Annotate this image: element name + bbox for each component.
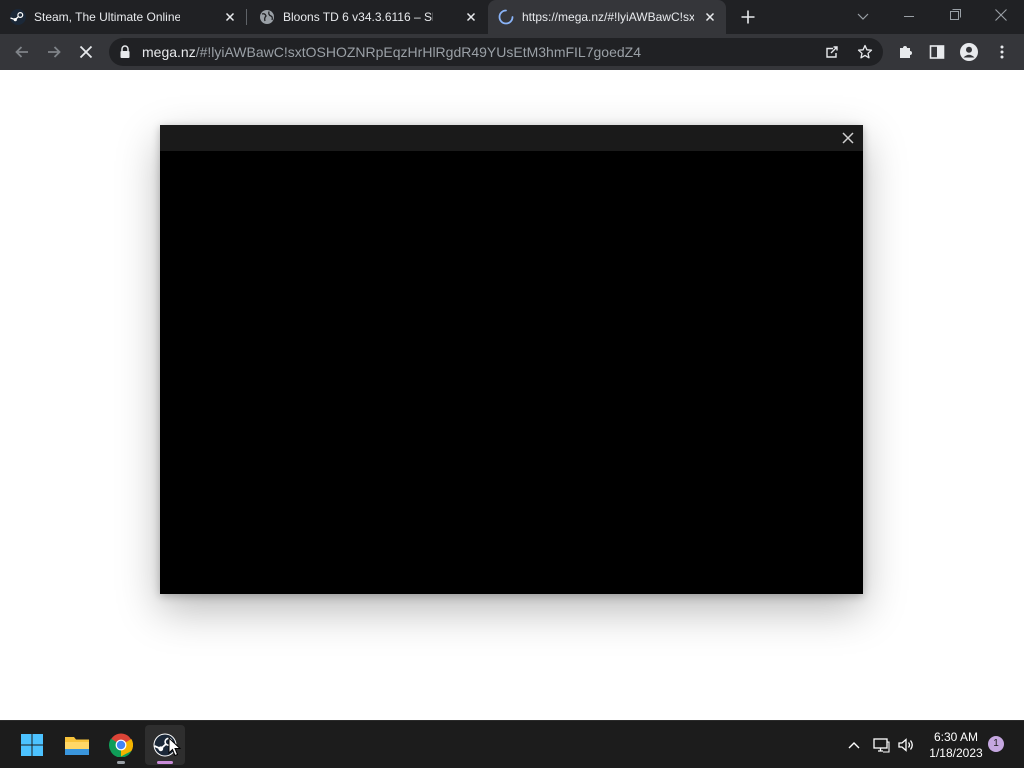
taskbar: 6:30 AM 1/18/2023: [0, 720, 1024, 768]
notification-badge[interactable]: 1: [988, 736, 1004, 752]
extensions-button[interactable]: [892, 38, 920, 66]
arrow-left-icon: [15, 46, 28, 58]
mega-dialog: [160, 125, 863, 594]
dialog-header: [160, 125, 863, 151]
stop-loading-button[interactable]: [72, 38, 100, 66]
system-clock[interactable]: 6:30 AM 1/18/2023: [922, 729, 990, 761]
minimize-icon[interactable]: [886, 0, 932, 34]
chrome-icon: [109, 733, 133, 757]
close-icon[interactable]: [702, 9, 718, 25]
mouse-cursor-icon: [168, 737, 182, 757]
menu-button[interactable]: [988, 38, 1016, 66]
clock-date: 1/18/2023: [929, 746, 983, 760]
lock-icon[interactable]: [119, 45, 131, 59]
page-content: [0, 70, 1024, 720]
stop-icon: [79, 45, 93, 59]
more-vert-icon: [1000, 45, 1004, 59]
tab-search-icon[interactable]: [840, 0, 886, 34]
tab-bloons[interactable]: Bloons TD 6 v34.3.6116 – Skidrow: [249, 0, 487, 34]
clock-time: 6:30 AM: [933, 730, 979, 744]
bookmark-star-icon[interactable]: [857, 44, 873, 60]
dialog-close-icon[interactable]: [841, 131, 855, 145]
url-path: /#!lyiAWBawC!sxtOSHOZNRpEqzHrHlRgdR49YUs…: [195, 44, 641, 60]
arrow-right-icon: [48, 46, 61, 58]
back-button[interactable]: [8, 38, 36, 66]
volume-icon[interactable]: [896, 735, 916, 755]
tab-title: https://mega.nz/#!lyiAWBawC!sxt: [522, 10, 694, 24]
url-host: mega.nz: [142, 44, 196, 60]
file-explorer-icon: [65, 737, 89, 755]
start-button[interactable]: [12, 725, 52, 765]
close-icon[interactable]: [463, 9, 479, 25]
loading-spinner-icon: [498, 9, 514, 25]
forward-button[interactable]: [40, 38, 68, 66]
close-icon[interactable]: [222, 9, 238, 25]
side-panel-icon: [929, 45, 945, 59]
browser-toolbar: mega.nz/#!lyiAWBawC!sxtOSHOZNRpEqzHrHlRg…: [0, 34, 1024, 70]
share-icon[interactable]: [824, 44, 840, 60]
window-close-icon[interactable]: [978, 0, 1024, 34]
running-indicator: [157, 761, 173, 764]
address-bar[interactable]: mega.nz/#!lyiAWBawC!sxtOSHOZNRpEqzHrHlRg…: [109, 38, 883, 66]
globe-icon: [260, 10, 274, 24]
start-icon: [21, 734, 43, 756]
side-panel-button[interactable]: [923, 38, 951, 66]
profile-icon: [960, 43, 978, 61]
network-icon[interactable]: [871, 735, 891, 755]
tab-strip: Steam, The Ultimate Online Gam Bloons TD…: [0, 0, 1024, 34]
new-tab-icon[interactable]: [738, 7, 758, 27]
taskbar-file-explorer[interactable]: [57, 725, 97, 765]
tab-title: Bloons TD 6 v34.3.6116 – Skidrow: [283, 10, 433, 24]
running-indicator: [117, 761, 125, 764]
url-text[interactable]: mega.nz/#!lyiAWBawC!sxtOSHOZNRpEqzHrHlRg…: [142, 45, 641, 60]
profile-button[interactable]: [955, 38, 983, 66]
steam-icon: [10, 9, 26, 25]
tab-steam[interactable]: Steam, The Ultimate Online Gam: [0, 0, 246, 34]
puzzle-icon: [900, 46, 912, 58]
tab-divider: [246, 9, 247, 25]
tab-mega[interactable]: https://mega.nz/#!lyiAWBawC!sxt: [488, 0, 726, 34]
dialog-body: [160, 151, 863, 594]
restore-icon[interactable]: [932, 0, 978, 34]
taskbar-chrome[interactable]: [101, 725, 141, 765]
chevron-up-icon[interactable]: [844, 735, 864, 755]
tab-title: Steam, The Ultimate Online Gam: [34, 10, 180, 24]
